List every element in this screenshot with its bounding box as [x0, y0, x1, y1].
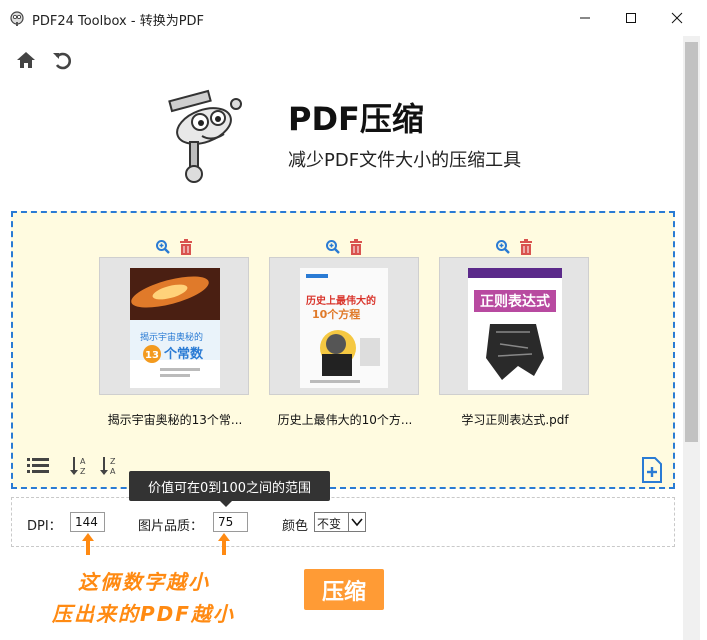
compress-button[interactable]: 压缩 — [304, 569, 384, 610]
window-title: PDF24 Toolbox - 转换为PDF — [32, 14, 205, 29]
maximize-button[interactable] — [608, 0, 654, 36]
close-button[interactable] — [654, 0, 700, 36]
svg-text:A: A — [110, 467, 116, 476]
quality-label: 图片品质： — [138, 519, 204, 534]
book-title-text: 正则表达式 — [480, 293, 550, 310]
zoom-in-icon[interactable] — [325, 239, 341, 255]
book-title-text: 个常数 — [163, 346, 204, 362]
annotation-arrow-up-icon — [82, 533, 94, 555]
app-icon — [10, 11, 24, 26]
delete-icon[interactable] — [179, 239, 193, 255]
file-card[interactable]: 揭示宇宙奥秘的 13 个常数 揭示宇宙奥秘的13个常... — [99, 239, 249, 427]
book-title-text: 揭示宇宙奥秘的 — [140, 331, 203, 343]
scrollbar-thumb[interactable] — [685, 42, 698, 442]
zoom-in-icon[interactable] — [495, 239, 511, 255]
book-cover-1: 揭示宇宙奥秘的 13 个常数 — [130, 268, 220, 388]
home-icon[interactable] — [14, 48, 38, 72]
minimize-button[interactable] — [562, 0, 608, 36]
pdf24-logo — [168, 89, 242, 183]
color-select-value: 不变 — [317, 517, 342, 531]
sort-descending-icon[interactable]: Z A — [99, 455, 119, 477]
file-thumbnail: 历史上最伟大的 10个方程 — [269, 257, 419, 395]
svg-text:Z: Z — [80, 467, 86, 476]
page-title: PDF压缩 — [288, 100, 424, 138]
svg-text:A: A — [80, 457, 86, 466]
dpi-label: DPI： — [27, 519, 62, 534]
delete-icon[interactable] — [519, 239, 533, 255]
svg-text:Z: Z — [110, 457, 116, 466]
zoom-in-icon[interactable] — [155, 239, 171, 255]
file-card[interactable]: 历史上最伟大的 10个方程 历史上最伟大的10个方... — [269, 239, 419, 427]
file-dropzone[interactable]: 揭示宇宙奥秘的 13 个常数 揭示宇宙奥秘的13个常... 历史上最伟大的 10… — [11, 211, 675, 489]
file-thumbnail: 正则表达式 — [439, 257, 589, 395]
annotation-arrow-up-icon — [218, 533, 230, 555]
add-file-icon[interactable] — [641, 457, 663, 483]
undo-icon[interactable] — [50, 48, 74, 72]
list-view-icon[interactable] — [27, 457, 49, 475]
file-thumbnail: 揭示宇宙奥秘的 13 个常数 — [99, 257, 249, 395]
color-select[interactable]: 不变 — [314, 512, 366, 532]
minimize-icon — [580, 17, 590, 19]
file-name: 揭示宇宙奥秘的13个常... — [107, 413, 243, 427]
title-bar: PDF24 Toolbox - 转换为PDF — [0, 0, 707, 36]
tooltip-arrow — [220, 501, 232, 507]
vertical-scrollbar[interactable] — [683, 36, 700, 640]
quality-input[interactable] — [213, 512, 248, 532]
file-name: 历史上最伟大的10个方... — [277, 413, 413, 427]
book-cover-3: 正则表达式 — [468, 268, 562, 390]
file-card[interactable]: 正则表达式 学习正则表达式.pdf — [439, 239, 589, 427]
book-title-text: 历史上最伟大的 — [306, 294, 376, 307]
color-label: 颜色 — [282, 519, 309, 534]
page-subtitle: 减少PDF文件大小的压缩工具 — [288, 150, 522, 171]
book-title-number: 13 — [145, 350, 159, 361]
compression-settings: DPI： 图片品质： 颜色 不变 — [11, 497, 675, 547]
chevron-down-icon — [348, 513, 365, 531]
delete-icon[interactable] — [349, 239, 363, 255]
book-cover-2: 历史上最伟大的 10个方程 — [300, 268, 388, 388]
annotation-line-1: 这俩数字越小 — [78, 570, 210, 594]
sort-ascending-icon[interactable]: A Z — [69, 455, 89, 477]
quality-tooltip: 价值可在0到100之间的范围 — [129, 471, 330, 501]
annotation-line-2: 压出来的PDF越小 — [52, 602, 235, 626]
close-icon — [671, 12, 683, 24]
book-title-text: 10个方程 — [312, 307, 360, 321]
file-name: 学习正则表达式.pdf — [461, 413, 569, 427]
dpi-input[interactable] — [70, 512, 105, 532]
maximize-icon — [626, 13, 636, 23]
